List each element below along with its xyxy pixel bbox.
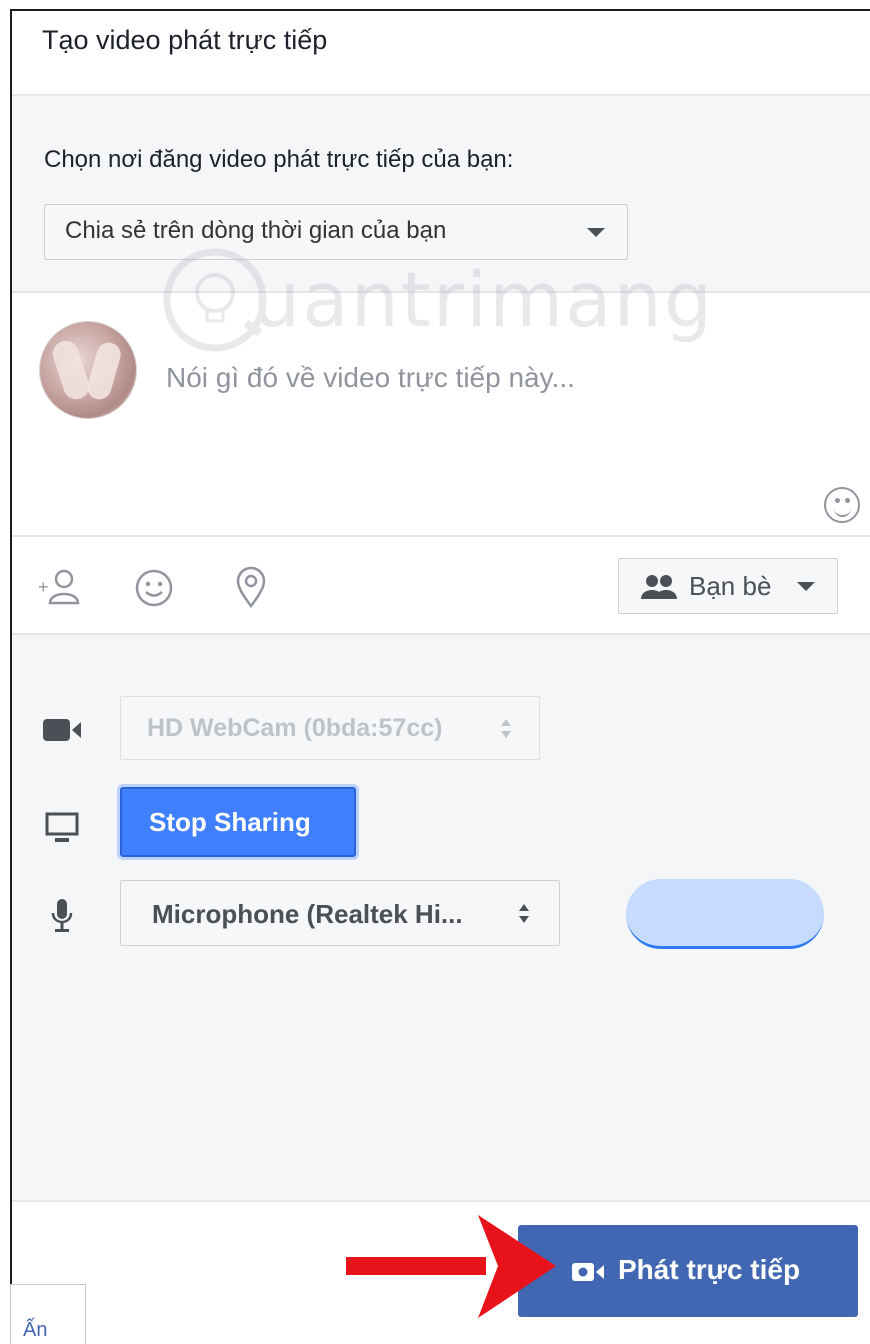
composer	[12, 293, 870, 537]
avatar	[39, 321, 137, 419]
chevron-down-icon	[587, 228, 605, 237]
audience-label: Bạn bè	[689, 571, 772, 601]
camera-dropdown: HD WebCam (0bda:57cc)	[120, 696, 540, 760]
destination-selected: Chia sẻ trên dòng thời gian của bạn	[65, 217, 447, 244]
up-down-arrows-icon	[519, 904, 529, 924]
destination-dropdown[interactable]: Chia sẻ trên dòng thời gian của bạn	[44, 204, 628, 260]
svg-text:+: +	[38, 577, 49, 597]
monitor-icon	[45, 812, 79, 842]
go-live-button[interactable]: Phát trực tiếp	[518, 1225, 858, 1317]
chevron-down-icon	[797, 582, 815, 591]
live-video-dialog: Tạo video phát trực tiếp Chọn nơi đăng v…	[10, 9, 870, 1337]
tag-friends-icon[interactable]: +	[38, 567, 82, 607]
stop-sharing-button[interactable]: Stop Sharing	[120, 787, 356, 857]
audience-selector[interactable]: Bạn bè	[618, 558, 838, 614]
dialog-header: Tạo video phát trực tiếp	[12, 11, 870, 96]
destination-section: Chọn nơi đăng video phát trực tiếp của b…	[12, 96, 870, 293]
microphone-dropdown[interactable]: Microphone (Realtek Hi...	[120, 880, 560, 946]
go-live-label: Phát trực tiếp	[618, 1254, 801, 1285]
corner-tab[interactable]: Ấn	[10, 1284, 86, 1344]
microphone-icon	[51, 899, 73, 932]
corner-tab-label: Ấn	[23, 1319, 48, 1341]
annotation-arrow	[346, 1215, 556, 1318]
status-input[interactable]	[164, 361, 788, 395]
destination-label: Chọn nơi đăng video phát trực tiếp của b…	[44, 146, 514, 173]
emoji-icon[interactable]	[824, 487, 860, 523]
friends-icon	[641, 575, 677, 599]
stop-sharing-label: Stop Sharing	[149, 807, 311, 837]
camera-label: HD WebCam (0bda:57cc)	[147, 714, 443, 742]
location-icon[interactable]	[234, 566, 268, 608]
up-down-arrows-icon	[501, 719, 511, 739]
composer-toolbar: + Bạn bè	[12, 537, 870, 635]
video-camera-icon	[43, 719, 81, 741]
feeling-icon[interactable]	[134, 568, 174, 608]
stream-settings: HD WebCam (0bda:57cc) Stop Sharing Micro…	[12, 635, 870, 1202]
dialog-title: Tạo video phát trực tiếp	[42, 25, 328, 55]
microphone-level-indicator	[626, 879, 824, 949]
microphone-label: Microphone (Realtek Hi...	[152, 899, 463, 929]
video-camera-icon	[572, 1263, 604, 1281]
